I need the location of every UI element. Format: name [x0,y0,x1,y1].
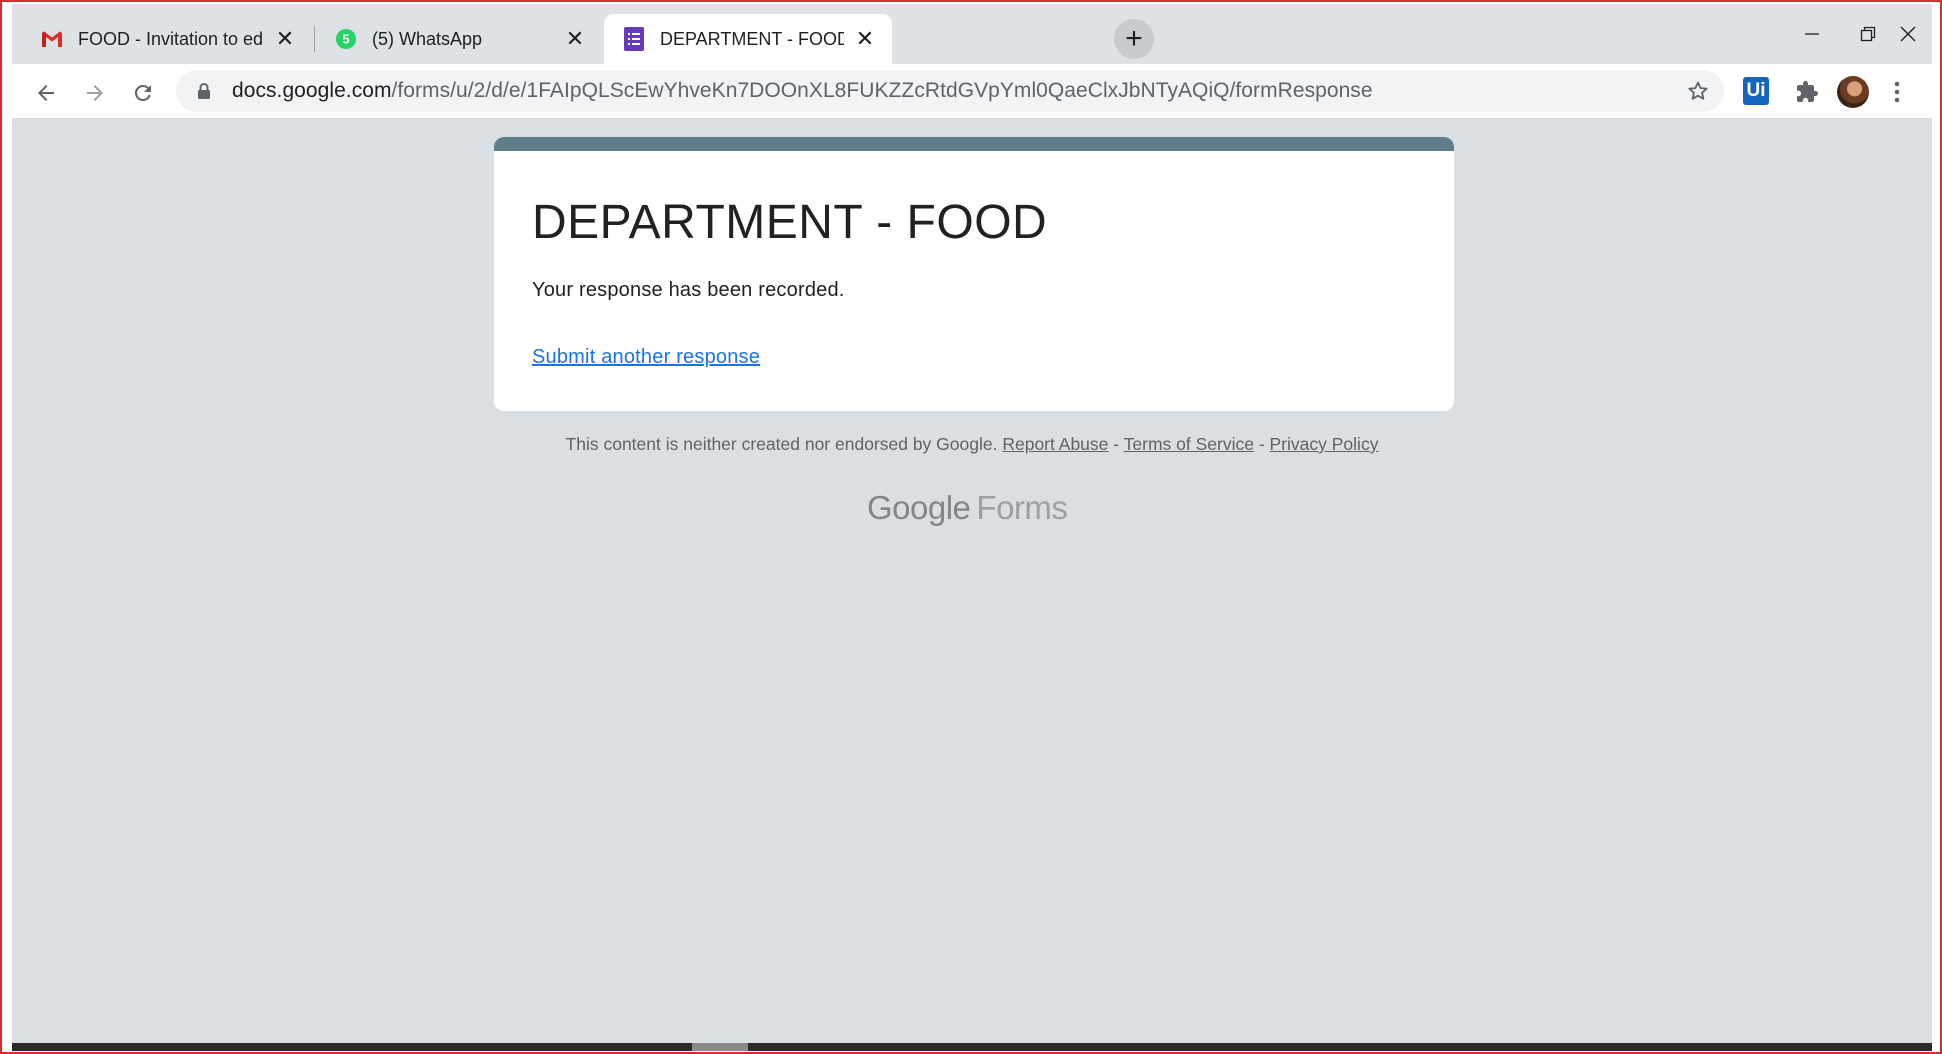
footer-separator: - [1113,434,1120,454]
google-forms-logo[interactable]: Google Forms [867,489,1068,527]
response-recorded-message: Your response has been recorded. [532,279,845,301]
tab-title: FOOD - Invitation to edit - varshi [78,28,264,49]
gmail-icon [40,27,64,51]
bookmark-star-icon[interactable] [1686,79,1710,103]
form-header-bar [494,137,1454,151]
url-text: docs.google.com/forms/u/2/d/e/1FAIpQLScE… [232,79,1373,103]
whatsapp-badge: 5 [342,32,349,47]
form-response-card: DEPARTMENT - FOOD Your response has been… [494,137,1454,411]
footer-separator: - [1258,434,1265,454]
lock-icon[interactable] [194,81,214,101]
tab-title: DEPARTMENT - FOOD [660,28,844,49]
taskbar-strip [12,1043,1932,1051]
url-path: /forms/u/2/d/e/1FAIpQLScEwYhveKn7DOOnXL8… [391,79,1373,102]
disclaimer-text: This content is neither created nor endo… [565,434,998,454]
extensions-puzzle-icon[interactable] [1792,77,1822,107]
tab-strip: FOOD - Invitation to edit - varshi ✕ 5 (… [12,4,1932,64]
scroll-thumb[interactable] [692,1043,748,1051]
page-content: DEPARTMENT - FOOD Your response has been… [12,119,1932,1043]
close-window-icon[interactable] [1878,14,1938,54]
tab-department-food[interactable]: DEPARTMENT - FOOD ✕ [604,14,892,64]
url-host: docs.google.com [232,79,392,102]
tab-close-icon[interactable]: ✕ [564,26,586,51]
more-menu-icon[interactable] [1882,77,1912,107]
tab-title: (5) WhatsApp [372,28,483,49]
privacy-policy-link[interactable]: Privacy Policy [1270,434,1379,454]
new-tab-button[interactable]: + [1114,19,1154,59]
browser-chrome: FOOD - Invitation to edit - varshi ✕ 5 (… [12,4,1932,119]
back-icon[interactable] [29,76,63,110]
report-abuse-link[interactable]: Report Abuse [1002,434,1108,454]
uipath-extension-icon[interactable]: Ui [1743,77,1769,105]
footer-disclaimer: This content is neither created nor endo… [12,434,1932,455]
reload-icon[interactable] [126,76,160,110]
browser-window: FOOD - Invitation to edit - varshi ✕ 5 (… [0,0,1942,1054]
logo-google-text: Google [867,489,971,526]
whatsapp-icon: 5 [334,27,358,51]
tab-divider [314,26,315,52]
logo-forms-text: Forms [976,489,1068,526]
tab-close-icon[interactable]: ✕ [854,26,876,51]
address-bar[interactable]: docs.google.com/forms/u/2/d/e/1FAIpQLScE… [176,70,1724,112]
tab-close-icon[interactable]: ✕ [274,26,296,51]
google-forms-icon [622,27,646,51]
minimize-icon[interactable] [1782,14,1842,54]
tab-gmail[interactable]: FOOD - Invitation to edit - varshi ✕ [22,14,312,64]
tab-whatsapp[interactable]: 5 (5) WhatsApp ✕ [316,14,602,64]
submit-another-response-link[interactable]: Submit another response [532,346,760,369]
terms-of-service-link[interactable]: Terms of Service [1124,434,1254,454]
forward-icon[interactable] [78,76,112,110]
form-title: DEPARTMENT - FOOD [532,196,1048,249]
browser-toolbar: docs.google.com/forms/u/2/d/e/1FAIpQLScE… [12,64,1932,119]
profile-avatar[interactable] [1837,76,1869,108]
